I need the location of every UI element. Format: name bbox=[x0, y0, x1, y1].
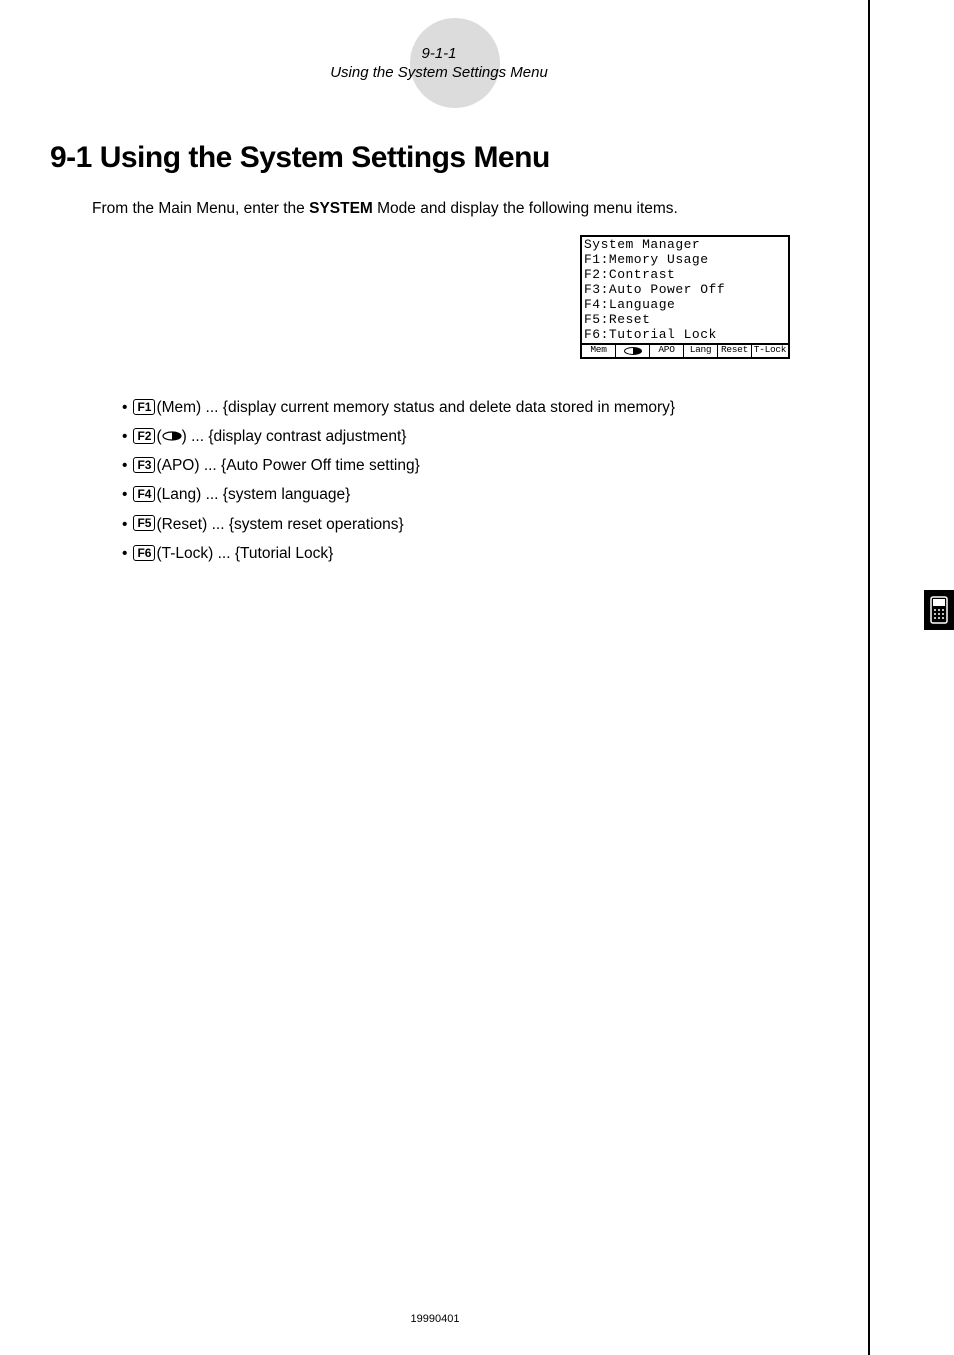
f4-key-icon: F4 bbox=[133, 486, 155, 502]
bullet-item-f2: • F2() ... {display contrast adjustment} bbox=[122, 427, 828, 447]
softkey-tlock: T-Lock bbox=[752, 345, 788, 357]
bullet-dot: • bbox=[122, 544, 127, 564]
bullet-desc: ) ... {display contrast adjustment} bbox=[182, 428, 407, 445]
bullet-text: F2() ... {display contrast adjustment} bbox=[133, 427, 406, 447]
bullet-item-f6: • F6(T-Lock) ... {Tutorial Lock} bbox=[122, 544, 828, 564]
bullet-desc: ... {Auto Power Off time setting} bbox=[200, 457, 420, 474]
intro-suffix: Mode and display the following menu item… bbox=[373, 200, 678, 217]
softkey-mem: Mem bbox=[582, 345, 616, 357]
bullet-desc: ... {display current memory status and d… bbox=[201, 399, 675, 416]
screen-row: F6:Tutorial Lock bbox=[584, 328, 786, 343]
bullet-dot: • bbox=[122, 515, 127, 535]
f5-key-icon: F5 bbox=[133, 515, 155, 531]
bullet-label: (Mem) bbox=[156, 399, 201, 416]
bullet-text: F1(Mem) ... {display current memory stat… bbox=[133, 398, 675, 418]
bullet-item-f4: • F4(Lang) ... {system language} bbox=[122, 485, 828, 505]
softkey-apo: APO bbox=[650, 345, 684, 357]
screen-title: System Manager bbox=[584, 238, 786, 253]
f3-key-icon: F3 bbox=[133, 457, 155, 473]
page-subtitle: Using the System Settings Menu bbox=[50, 64, 828, 81]
bullet-dot: • bbox=[122, 398, 127, 418]
bullet-item-f1: • F1(Mem) ... {display current memory st… bbox=[122, 398, 828, 418]
bullet-dot: • bbox=[122, 485, 127, 505]
contrast-icon bbox=[624, 347, 642, 355]
screen-row: F5:Reset bbox=[584, 313, 786, 328]
bullet-dot: • bbox=[122, 427, 127, 447]
contrast-icon bbox=[162, 431, 182, 441]
bullet-text: F5(Reset) ... {system reset operations} bbox=[133, 515, 403, 535]
bullet-dot: • bbox=[122, 456, 127, 476]
f2-key-icon: F2 bbox=[133, 428, 155, 444]
intro-bold: SYSTEM bbox=[309, 200, 373, 217]
bullet-text: F3(APO) ... {Auto Power Off time setting… bbox=[133, 456, 419, 476]
intro-prefix: From the Main Menu, enter the bbox=[92, 200, 309, 217]
bullet-item-f3: • F3(APO) ... {Auto Power Off time setti… bbox=[122, 456, 828, 476]
bullet-desc: ... {Tutorial Lock} bbox=[213, 545, 333, 562]
footer-code: 19990401 bbox=[0, 1313, 870, 1325]
softkey-lang: Lang bbox=[684, 345, 718, 357]
bullet-label: (Reset) bbox=[156, 516, 207, 533]
f6-key-icon: F6 bbox=[133, 545, 155, 561]
manual-page: 9-1-1 Using the System Settings Menu 9-1… bbox=[0, 0, 870, 1355]
bullet-list: • F1(Mem) ... {display current memory st… bbox=[122, 398, 828, 564]
intro-text: From the Main Menu, enter the SYSTEM Mod… bbox=[92, 200, 828, 218]
screen-row: F4:Language bbox=[584, 298, 786, 313]
page-number: 9-1-1 bbox=[50, 45, 828, 62]
screen-row: F2:Contrast bbox=[584, 268, 786, 283]
bullet-text: F6(T-Lock) ... {Tutorial Lock} bbox=[133, 544, 333, 564]
bullet-desc: ... {system reset operations} bbox=[207, 516, 403, 533]
softkey-contrast bbox=[616, 345, 650, 357]
softkey-reset: Reset bbox=[718, 345, 752, 357]
f1-key-icon: F1 bbox=[133, 399, 155, 415]
screen-row: F3:Auto Power Off bbox=[584, 283, 786, 298]
section-title: 9-1 Using the System Settings Menu bbox=[50, 141, 828, 175]
calculator-screen-body: System Manager F1:Memory Usage F2:Contra… bbox=[582, 237, 788, 343]
calculator-softkey-bar: Mem APO Lang Reset T-Lock bbox=[582, 343, 788, 357]
side-tab-calculator-icon bbox=[924, 590, 954, 630]
page-header: 9-1-1 Using the System Settings Menu bbox=[50, 45, 828, 81]
calculator-icon bbox=[929, 596, 949, 624]
screen-row: F1:Memory Usage bbox=[584, 253, 786, 268]
bullet-label: (T-Lock) bbox=[156, 545, 213, 562]
calculator-screenshot: System Manager F1:Memory Usage F2:Contra… bbox=[580, 235, 790, 359]
bullet-item-f5: • F5(Reset) ... {system reset operations… bbox=[122, 515, 828, 535]
bullet-text: F4(Lang) ... {system language} bbox=[133, 485, 350, 505]
bullet-label: (APO) bbox=[156, 457, 199, 474]
bullet-desc: ... {system language} bbox=[201, 486, 350, 503]
bullet-label: (Lang) bbox=[156, 486, 201, 503]
